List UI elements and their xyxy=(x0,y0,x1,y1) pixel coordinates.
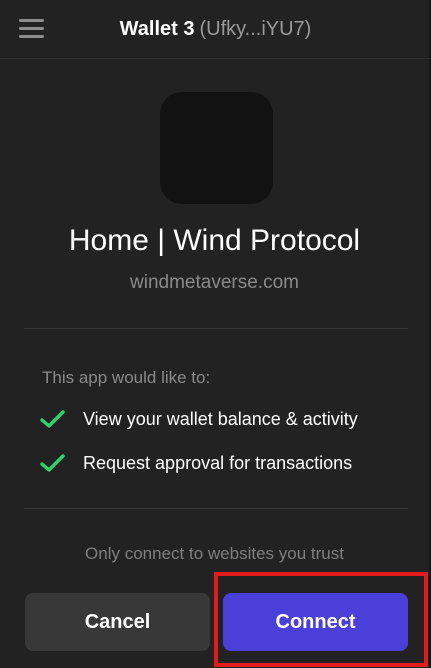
wallet-name: Wallet 3 xyxy=(119,18,195,40)
site-icon xyxy=(160,92,273,204)
trust-note: Only connect to websites you trust xyxy=(85,544,344,563)
permission-item: Request approval for transactions xyxy=(40,451,352,475)
wallet-address: (Ufky...iYU7) xyxy=(199,18,312,40)
site-title: Home | Wind Protocol xyxy=(68,224,361,257)
site-url: windmetaverse.com xyxy=(130,272,299,293)
connect-button[interactable]: Connect xyxy=(223,593,408,651)
divider xyxy=(24,508,408,509)
connect-dialog: Wallet 3 (Ufky...iYU7) Home | Wind Protoc… xyxy=(0,0,431,668)
wallet-selector[interactable]: Wallet 3 (Ufky...iYU7) xyxy=(0,17,431,41)
permissions-heading: This app would like to: xyxy=(42,368,211,387)
divider xyxy=(24,328,408,329)
header: Wallet 3 (Ufky...iYU7) xyxy=(0,0,431,59)
check-icon xyxy=(40,453,65,473)
permission-item: View your wallet balance & activity xyxy=(40,407,358,431)
cancel-button[interactable]: Cancel xyxy=(25,593,210,651)
check-icon xyxy=(40,409,65,429)
permission-label: Request approval for transactions xyxy=(83,453,353,473)
permission-label: View your wallet balance & activity xyxy=(83,409,358,429)
